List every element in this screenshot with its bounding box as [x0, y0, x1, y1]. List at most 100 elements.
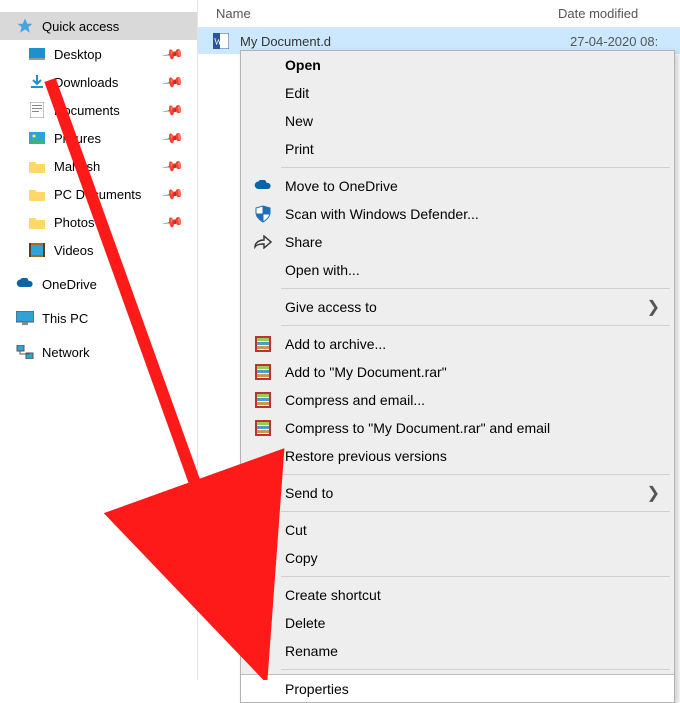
- menu-label: Give access to: [285, 299, 377, 315]
- sidebar-item-pc-documents[interactable]: PC Documents 📌: [0, 180, 197, 208]
- sidebar-label: Quick access: [42, 19, 119, 34]
- sidebar-quick-access[interactable]: Quick access: [0, 12, 197, 40]
- sidebar-item-pictures[interactable]: Pictures 📌: [0, 124, 197, 152]
- winrar-icon: [253, 418, 273, 438]
- menu-label: Add to "My Document.rar": [285, 364, 447, 380]
- sidebar-item-label: Downloads: [54, 75, 118, 90]
- folder-icon: [28, 185, 46, 203]
- sidebar-item-photos[interactable]: Photos 📌: [0, 208, 197, 236]
- winrar-icon: [253, 334, 273, 354]
- menu-separator: [281, 474, 670, 475]
- this-pc-icon: [16, 309, 34, 327]
- menu-label: Delete: [285, 615, 325, 631]
- menu-cut[interactable]: Cut: [241, 516, 674, 544]
- sidebar-item-videos[interactable]: Videos: [0, 236, 197, 264]
- sidebar-this-pc[interactable]: This PC: [0, 304, 197, 332]
- word-doc-icon: W: [212, 32, 230, 50]
- pin-icon: 📌: [160, 126, 184, 150]
- menu-open[interactable]: Open: [241, 51, 674, 79]
- star-icon: [16, 17, 34, 35]
- menu-label: Add to archive...: [285, 336, 386, 352]
- sidebar-onedrive[interactable]: OneDrive: [0, 270, 197, 298]
- menu-new[interactable]: New: [241, 107, 674, 135]
- menu-separator: [281, 669, 670, 670]
- column-header-name[interactable]: Name: [198, 6, 558, 21]
- menu-add-archive[interactable]: Add to archive...: [241, 330, 674, 358]
- sidebar-network[interactable]: Network: [0, 338, 197, 366]
- pin-icon: 📌: [160, 154, 184, 178]
- menu-compress-to-email[interactable]: Compress to "My Document.rar" and email: [241, 414, 674, 442]
- sidebar-item-label: PC Documents: [54, 187, 141, 202]
- file-date: 27-04-2020 08:: [570, 34, 658, 49]
- menu-delete[interactable]: Delete: [241, 609, 674, 637]
- sidebar-item-downloads[interactable]: Downloads 📌: [0, 68, 197, 96]
- pin-icon: 📌: [160, 42, 184, 66]
- svg-text:W: W: [214, 37, 223, 47]
- sidebar-item-desktop[interactable]: Desktop 📌: [0, 40, 197, 68]
- chevron-right-icon: ❯: [647, 297, 660, 317]
- pin-icon: 📌: [160, 98, 184, 122]
- menu-label: Scan with Windows Defender...: [285, 206, 479, 222]
- menu-label: New: [285, 113, 313, 129]
- pin-icon: 📌: [160, 210, 184, 234]
- menu-label: Compress to "My Document.rar" and email: [285, 420, 550, 436]
- menu-label: Cut: [285, 522, 307, 538]
- menu-rename[interactable]: Rename: [241, 637, 674, 665]
- sidebar-item-mahesh[interactable]: Mahesh 📌: [0, 152, 197, 180]
- menu-label: Create shortcut: [285, 587, 381, 603]
- menu-label: Restore previous versions: [285, 448, 447, 464]
- column-headers: Name Date modified: [198, 0, 680, 28]
- menu-move-onedrive[interactable]: Move to OneDrive: [241, 172, 674, 200]
- winrar-icon: [253, 362, 273, 382]
- menu-separator: [281, 167, 670, 168]
- sidebar-item-label: Videos: [54, 243, 94, 258]
- menu-defender[interactable]: Scan with Windows Defender...: [241, 200, 674, 228]
- winrar-icon: [253, 390, 273, 410]
- sidebar-item-label: Documents: [54, 103, 120, 118]
- menu-separator: [281, 511, 670, 512]
- menu-add-to-rar[interactable]: Add to "My Document.rar": [241, 358, 674, 386]
- sidebar-item-label: Pictures: [54, 131, 101, 146]
- menu-share[interactable]: Share: [241, 228, 674, 256]
- sidebar-label: This PC: [42, 311, 88, 326]
- menu-open-with[interactable]: Open with...: [241, 256, 674, 284]
- sidebar-label: Network: [42, 345, 90, 360]
- menu-label: Open: [285, 57, 321, 73]
- menu-label: Open with...: [285, 262, 360, 278]
- menu-label: Share: [285, 234, 322, 250]
- menu-label: Move to OneDrive: [285, 178, 398, 194]
- desktop-icon: [28, 45, 46, 63]
- menu-send-to[interactable]: Send to ❯: [241, 479, 674, 507]
- menu-print[interactable]: Print: [241, 135, 674, 163]
- column-header-date[interactable]: Date modified: [558, 6, 680, 21]
- menu-label: Compress and email...: [285, 392, 425, 408]
- menu-separator: [281, 325, 670, 326]
- menu-properties[interactable]: Properties: [241, 674, 674, 702]
- folder-icon: [28, 157, 46, 175]
- menu-label: Rename: [285, 643, 338, 659]
- pin-icon: 📌: [160, 70, 184, 94]
- menu-create-shortcut[interactable]: Create shortcut: [241, 581, 674, 609]
- folder-icon: [28, 213, 46, 231]
- menu-separator: [281, 576, 670, 577]
- menu-give-access[interactable]: Give access to ❯: [241, 293, 674, 321]
- context-menu: Open Edit New Print Move to OneDrive Sca…: [240, 50, 675, 703]
- downloads-icon: [28, 73, 46, 91]
- menu-label: Copy: [285, 550, 318, 566]
- menu-label: Properties: [285, 681, 349, 697]
- file-name: My Document.d: [240, 34, 570, 49]
- onedrive-icon: [16, 275, 34, 293]
- onedrive-icon: [253, 176, 273, 196]
- defender-icon: [253, 204, 273, 224]
- navigation-pane: Quick access Desktop 📌 Downloads 📌 Docum…: [0, 0, 198, 680]
- menu-edit[interactable]: Edit: [241, 79, 674, 107]
- menu-copy[interactable]: Copy: [241, 544, 674, 572]
- menu-compress-email[interactable]: Compress and email...: [241, 386, 674, 414]
- documents-icon: [28, 101, 46, 119]
- sidebar-item-documents[interactable]: Documents 📌: [0, 96, 197, 124]
- pictures-icon: [28, 129, 46, 147]
- videos-icon: [28, 241, 46, 259]
- menu-restore[interactable]: Restore previous versions: [241, 442, 674, 470]
- sidebar-item-label: Mahesh: [54, 159, 100, 174]
- menu-label: Print: [285, 141, 314, 157]
